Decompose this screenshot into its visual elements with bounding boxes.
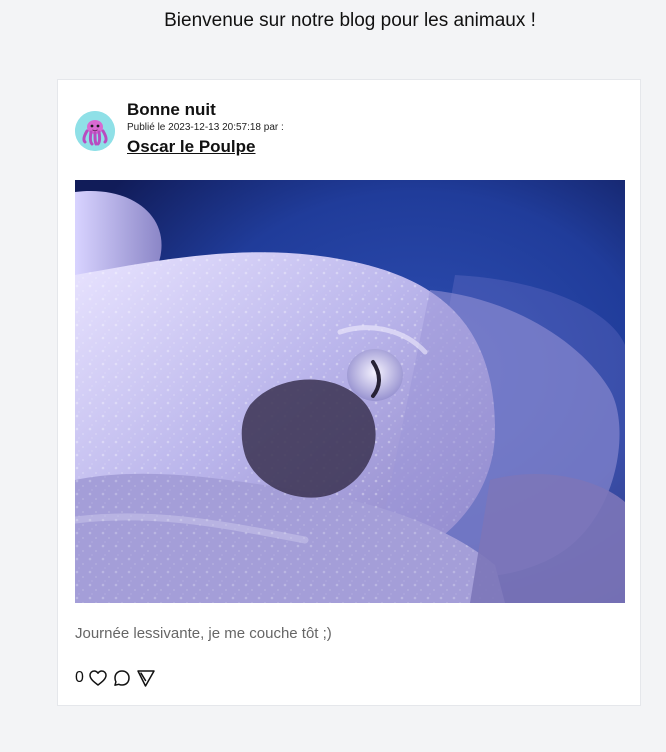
post-meta: Publié le 2023-12-13 20:57:18 par : — [127, 122, 284, 133]
share-button[interactable] — [135, 667, 157, 689]
post-card: Bonne nuit Publié le 2023-12-13 20:57:18… — [57, 79, 641, 706]
author-link[interactable]: Oscar le Poulpe — [127, 137, 256, 157]
like-count: 0 — [75, 669, 84, 686]
send-icon — [137, 670, 155, 687]
octopus-photo — [75, 180, 625, 603]
post-body: Journée lessivante, je me couche tôt ;) — [75, 625, 332, 642]
page-title: Bienvenue sur notre blog pour les animau… — [164, 10, 536, 31]
heart-icon — [89, 670, 107, 686]
comment-icon — [114, 670, 130, 686]
post-image — [75, 180, 625, 603]
like-button[interactable] — [87, 667, 109, 689]
post-title: Bonne nuit — [127, 100, 216, 119]
avatar — [75, 111, 115, 151]
octopus-icon — [75, 111, 115, 151]
post-header: Bonne nuit Publié le 2023-12-13 20:57:18… — [127, 100, 547, 157]
post-actions: 0 — [75, 666, 157, 690]
comment-button[interactable] — [111, 667, 133, 689]
